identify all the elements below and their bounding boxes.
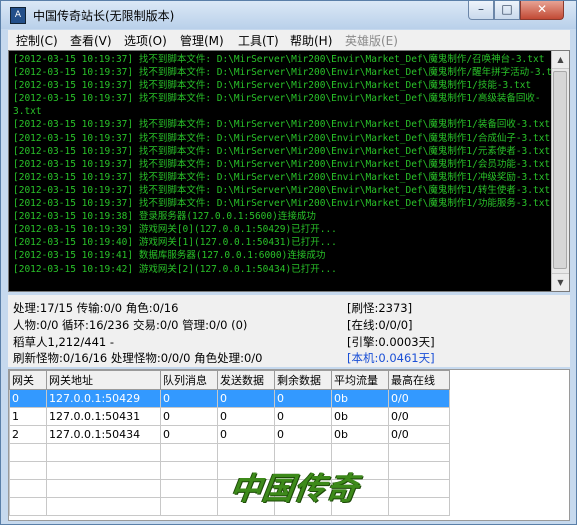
window-title: 中国传奇站长(无限制版本) bbox=[33, 9, 175, 23]
stat-scarecrow: 稻草人1,212/441 - bbox=[13, 335, 115, 349]
menu-options[interactable]: 选项(O) bbox=[124, 32, 167, 49]
menu-manage[interactable]: 管理(M) bbox=[180, 32, 224, 49]
watermark-logo: 中国传奇 bbox=[227, 471, 362, 507]
col-gateway[interactable]: 网关 bbox=[9, 370, 47, 390]
stat-spawn: [刷怪:2373] bbox=[347, 301, 413, 315]
close-button[interactable]: ✕ bbox=[520, 1, 564, 20]
title-bar[interactable]: A 中国传奇站长(无限制版本) – □ ✕ bbox=[1, 1, 576, 29]
scroll-thumb[interactable] bbox=[553, 71, 567, 269]
col-max-online[interactable]: 最高在线 bbox=[388, 370, 450, 390]
col-sent[interactable]: 发送数据 bbox=[217, 370, 275, 390]
server-log[interactable]: [2012-03-15 10:19:37] 找不到脚本文件: D:\MirSer… bbox=[8, 50, 570, 292]
minimize-button[interactable]: – bbox=[468, 1, 494, 20]
log-line: [2012-03-15 10:19:40] 游戏网关[1](127.0.0.1:… bbox=[13, 237, 337, 249]
stat-local: [本机:0.0461天] bbox=[347, 351, 435, 365]
stat-process: 处理:17/15 传输:0/0 角色:0/16 bbox=[13, 301, 179, 315]
menu-help[interactable]: 帮助(H) bbox=[290, 32, 332, 49]
log-line: [2012-03-15 10:19:37] 找不到脚本文件: D:\MirSer… bbox=[13, 158, 551, 170]
col-queue[interactable]: 队列消息 bbox=[160, 370, 218, 390]
table-header: 网关 网关地址 队列消息 发送数据 剩余数据 平均流量 最高在线 bbox=[9, 370, 450, 390]
log-line: [2012-03-15 10:19:37] 找不到脚本文件: D:\MirSer… bbox=[13, 54, 545, 65]
col-remaining[interactable]: 剩余数据 bbox=[274, 370, 332, 390]
log-line: [2012-03-15 10:19:37] 找不到脚本文件: D:\MirSer… bbox=[13, 80, 532, 92]
stat-monsters: 刷新怪物:0/16/16 处理怪物:0/0/0 角色处理:0/0 bbox=[13, 351, 263, 365]
menu-control[interactable]: 控制(C) bbox=[16, 32, 58, 49]
table-row-empty bbox=[9, 443, 450, 462]
scroll-up-icon[interactable]: ▲ bbox=[552, 51, 569, 69]
log-line: [2012-03-15 10:19:39] 游戏网关[0](127.0.0.1:… bbox=[13, 224, 337, 236]
log-line: [2012-03-15 10:19:37] 找不到脚本文件: D:\MirSer… bbox=[13, 171, 551, 183]
log-line: [2012-03-15 10:19:37] 找不到脚本文件: D:\MirSer… bbox=[13, 184, 551, 196]
log-line: [2012-03-15 10:19:37] 找不到脚本文件: D:\MirSer… bbox=[13, 145, 551, 157]
log-line: 3.txt bbox=[13, 106, 42, 118]
log-line: [2012-03-15 10:19:37] 找不到脚本文件: D:\MirSer… bbox=[13, 67, 551, 79]
menu-view[interactable]: 查看(V) bbox=[70, 32, 112, 49]
menu-tools[interactable]: 工具(T) bbox=[238, 32, 279, 49]
log-line: [2012-03-15 10:19:38] 登录服务器(127.0.0.1:56… bbox=[13, 211, 316, 223]
log-line: [2012-03-15 10:19:37] 找不到脚本文件: D:\MirSer… bbox=[13, 132, 551, 144]
log-line: [2012-03-15 10:19:37] 找不到脚本文件: D:\MirSer… bbox=[13, 93, 541, 105]
menu-hero-edition: 英雄版(E) bbox=[345, 34, 398, 48]
col-address[interactable]: 网关地址 bbox=[46, 370, 161, 390]
log-scrollbar[interactable]: ▲ ▼ bbox=[551, 51, 569, 291]
log-lines: [2012-03-15 10:19:37] 找不到脚本文件: D:\MirSer… bbox=[13, 53, 551, 276]
table-row[interactable]: 1 127.0.0.1:50431 0 0 0 0b 0/0 bbox=[9, 407, 450, 426]
main-window: A 中国传奇站长(无限制版本) – □ ✕ 控制(C) 查看(V) 选项(O) … bbox=[0, 0, 577, 525]
stat-online: [在线:0/0/0] bbox=[347, 318, 413, 332]
stat-players: 人物:0/0 循环:16/236 交易:0/0 管理:0/0 (0) bbox=[13, 318, 248, 332]
col-avg-traffic[interactable]: 平均流量 bbox=[331, 370, 389, 390]
log-line: [2012-03-15 10:19:37] 找不到脚本文件: D:\MirSer… bbox=[13, 198, 551, 210]
status-panel: 处理:17/15 传输:0/0 角色:0/16 人物:0/0 循环:16/236… bbox=[8, 295, 570, 367]
log-line: [2012-03-15 10:19:41] 数据库服务器(127.0.0.1:6… bbox=[13, 250, 326, 262]
menu-bar: 控制(C) 查看(V) 选项(O) 管理(M) 工具(T) 帮助(H) 英雄版(… bbox=[8, 30, 570, 50]
table-row-empty bbox=[9, 461, 450, 480]
table-row[interactable]: 0 127.0.0.1:50429 0 0 0 0b 0/0 bbox=[9, 389, 450, 408]
app-icon[interactable]: A bbox=[10, 7, 26, 24]
table-row[interactable]: 2 127.0.0.1:50434 0 0 0 0b 0/0 bbox=[9, 425, 450, 444]
log-line: [2012-03-15 10:19:42] 游戏网关[2](127.0.0.1:… bbox=[13, 263, 337, 275]
maximize-button[interactable]: □ bbox=[494, 1, 520, 20]
scroll-down-icon[interactable]: ▼ bbox=[552, 273, 569, 291]
stat-engine: [引擎:0.0003天] bbox=[347, 335, 435, 349]
log-line: [2012-03-15 10:19:37] 找不到脚本文件: D:\MirSer… bbox=[13, 119, 551, 131]
